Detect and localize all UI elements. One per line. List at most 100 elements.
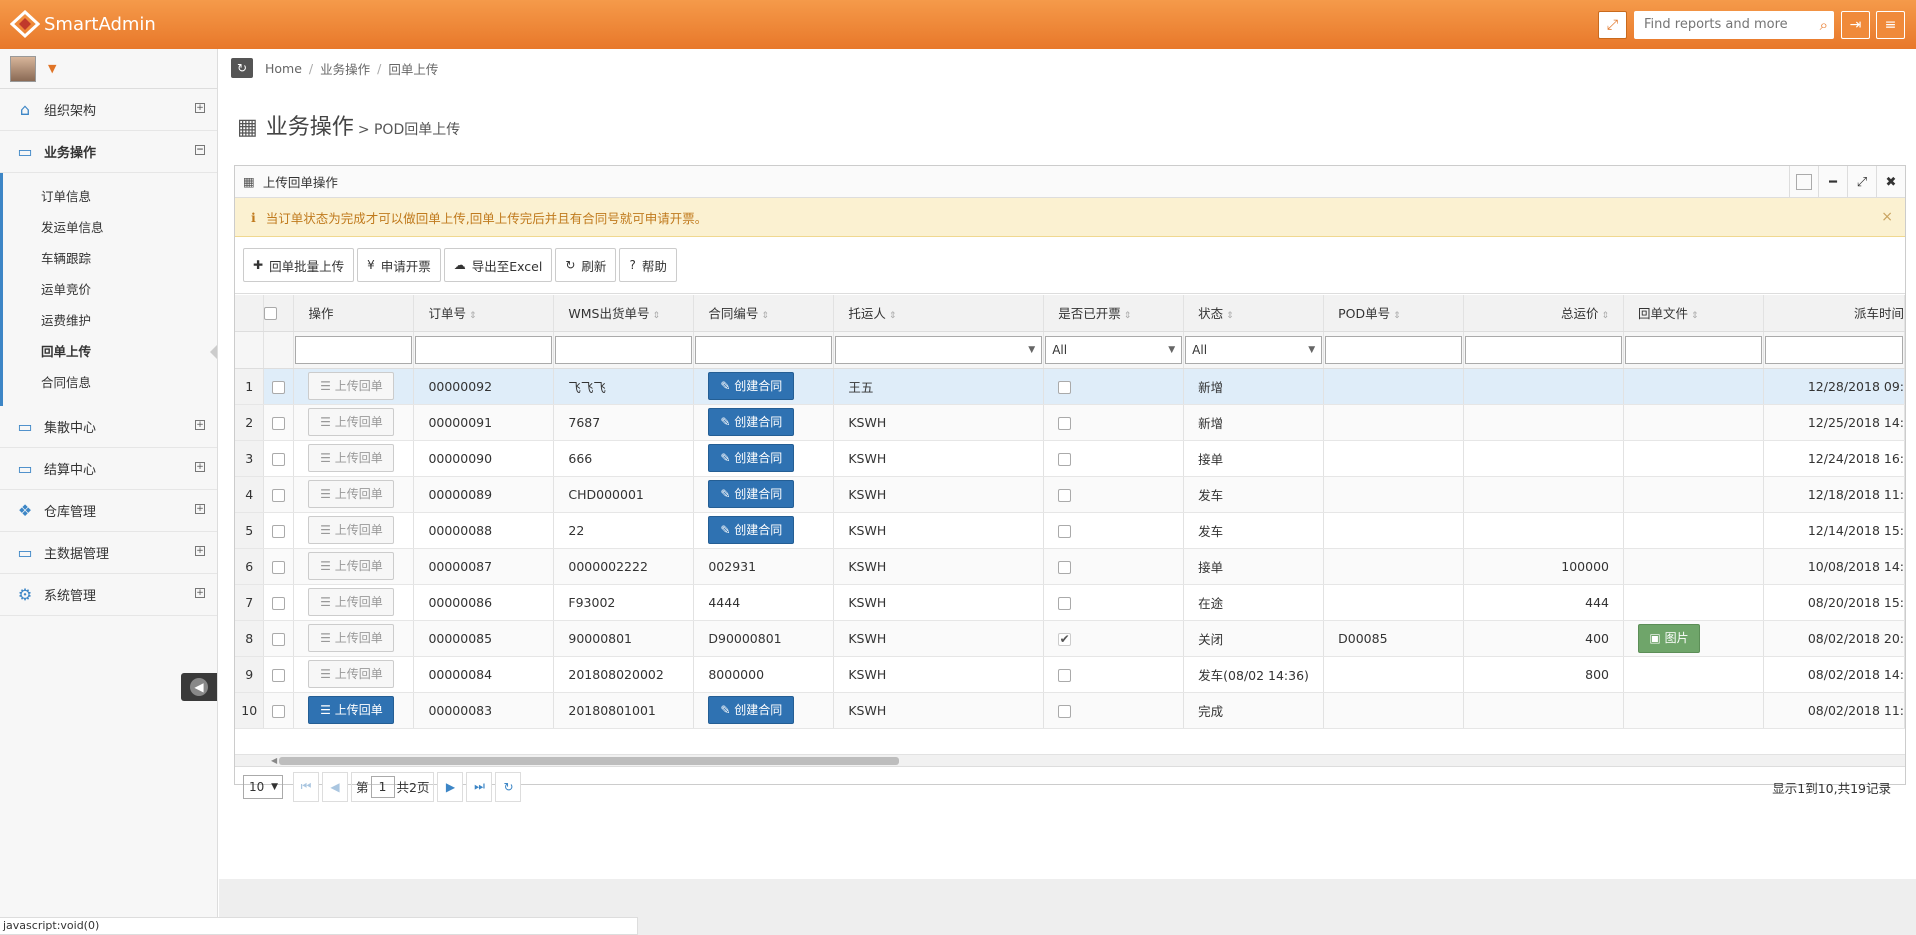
row-checkbox[interactable] xyxy=(272,380,286,394)
sidebar-subitem-orders[interactable]: 订单信息 xyxy=(3,181,217,212)
first-page-button[interactable]: ⏮ xyxy=(293,771,319,802)
create-contract-button[interactable]: ✎ 创建合同 xyxy=(708,444,795,472)
search-icon[interactable]: ⌕ xyxy=(1820,16,1828,34)
col-header-pod[interactable]: POD单号 ⇕ xyxy=(1323,295,1465,332)
col-header-dispatch[interactable]: 派车时间 xyxy=(1763,295,1905,332)
row-checkbox[interactable] xyxy=(272,596,286,610)
upload-pod-button[interactable]: ☰ 上传回单 xyxy=(308,372,395,400)
table-row[interactable]: 6 ☰ 上传回单 00000087 0000002222 002931 KSWH 接单 100… xyxy=(235,548,1905,585)
prev-page-button[interactable]: ◀ xyxy=(322,771,348,802)
breadcrumb-business[interactable]: 业务操作 xyxy=(320,59,370,78)
expand-icon[interactable]: + xyxy=(195,504,205,514)
filter-price-input[interactable] xyxy=(1465,335,1622,364)
upload-pod-button[interactable]: ☰ 上传回单 xyxy=(308,624,395,652)
select-all-checkbox[interactable] xyxy=(264,307,278,321)
page-size-select[interactable]: 10 ▼ xyxy=(243,774,283,799)
sidebar-subitem-shipments[interactable]: 发运单信息 xyxy=(3,212,217,243)
upload-pod-button[interactable]: ☰ 上传回单 xyxy=(308,660,395,688)
table-row[interactable]: 5 ☰ 上传回单 00000088 22 ✎ 创建合同 KSWH 发车 12/14/2018 … xyxy=(235,512,1905,549)
minify-sidebar-button[interactable]: ◀ xyxy=(181,673,217,701)
row-checkbox[interactable] xyxy=(272,488,286,502)
collapse-icon[interactable]: − xyxy=(195,145,205,155)
sidebar-item-business[interactable]: ▭ 业务操作 − xyxy=(0,131,217,173)
row-checkbox[interactable] xyxy=(272,668,286,682)
filter-pod-input[interactable] xyxy=(1325,335,1463,364)
sidebar-item-settlement[interactable]: ▭ 结算中心 + xyxy=(0,448,217,490)
col-header-wms[interactable]: WMS出货单号 ⇕ xyxy=(553,295,695,332)
row-checkbox[interactable] xyxy=(272,452,286,466)
filter-order-input[interactable] xyxy=(415,335,553,364)
col-header-order[interactable]: 订单号 ⇕ xyxy=(413,295,555,332)
row-checkbox[interactable] xyxy=(272,632,286,646)
logout-button[interactable]: ⇥ xyxy=(1841,11,1870,39)
sidebar-item-distribution[interactable]: ▭ 集散中心 + xyxy=(0,406,217,448)
widget-collapse-button[interactable]: ━ xyxy=(1818,166,1847,198)
menu-button[interactable]: ≡ xyxy=(1876,11,1905,39)
widget-close-button[interactable]: ✖ xyxy=(1876,166,1905,198)
col-header-shipper[interactable]: 托运人 ⇕ xyxy=(833,295,1045,332)
scroll-left-icon[interactable]: ◀ xyxy=(271,756,277,765)
upload-pod-button[interactable]: ☰ 上传回单 xyxy=(308,696,395,724)
sidebar-item-system[interactable]: ⚙ 系统管理 + xyxy=(0,574,217,616)
filter-shipper-select[interactable]: ▼ xyxy=(835,335,1043,364)
sidebar-subitem-tracking[interactable]: 车辆跟踪 xyxy=(3,243,217,274)
col-header-status[interactable]: 状态 ⇕ xyxy=(1183,295,1325,332)
upload-pod-button[interactable]: ☰ 上传回单 xyxy=(308,408,395,436)
table-row[interactable]: 4 ☰ 上传回单 00000089 CHD000001 ✎ 创建合同 KSWH 发车 12/1… xyxy=(235,476,1905,513)
create-contract-button[interactable]: ✎ 创建合同 xyxy=(708,696,795,724)
filter-file-input[interactable] xyxy=(1625,335,1762,364)
refresh-icon[interactable]: ↻ xyxy=(231,58,253,78)
filter-wms-input[interactable] xyxy=(555,335,693,364)
filter-dispatch-input[interactable] xyxy=(1764,335,1903,364)
view-picture-button[interactable]: ▣ 图片 xyxy=(1638,623,1700,653)
expand-icon[interactable]: + xyxy=(195,546,205,556)
table-row[interactable]: 1 ☰ 上传回单 00000092 飞飞飞 ✎ 创建合同 王五 新增 12/28/2018 0… xyxy=(235,368,1905,405)
avatar[interactable] xyxy=(10,55,36,82)
col-header-file[interactable]: 回单文件 ⇕ xyxy=(1623,295,1764,332)
table-row[interactable]: 9 ☰ 上传回单 00000084 201808020002 8000000 KSWH 发车… xyxy=(235,656,1905,693)
row-checkbox[interactable] xyxy=(272,704,286,718)
export-excel-button[interactable]: ☁ 导出至Excel xyxy=(443,248,553,282)
page-number-input[interactable]: 1 xyxy=(370,775,395,798)
widget-color-button[interactable] xyxy=(1789,166,1818,198)
sidebar-item-org[interactable]: ⌂ 组织架构 + xyxy=(0,89,217,131)
table-row[interactable]: 3 ☰ 上传回单 00000090 666 ✎ 创建合同 KSWH 接单 12/24/2018… xyxy=(235,440,1905,477)
sidebar-subitem-pod-upload[interactable]: 回单上传 xyxy=(3,336,217,367)
row-checkbox[interactable] xyxy=(272,416,286,430)
upload-pod-button[interactable]: ☰ 上传回单 xyxy=(308,588,395,616)
sidebar-subitem-bidding[interactable]: 运单竞价 xyxy=(3,274,217,305)
widget-fullscreen-button[interactable]: ⤢ xyxy=(1847,166,1876,198)
filter-action-input[interactable] xyxy=(295,335,413,364)
close-icon[interactable]: × xyxy=(1881,209,1893,225)
refresh-button[interactable]: ↻ 刷新 xyxy=(555,248,617,282)
table-row[interactable]: 7 ☰ 上传回单 00000086 F93002 4444 KSWH 在途 444 08/20/… xyxy=(235,584,1905,621)
row-checkbox[interactable] xyxy=(272,524,286,538)
table-row[interactable]: 10 ☰ 上传回单 00000083 20180801001 ✎ 创建合同 KSWH 完成 0… xyxy=(235,692,1905,729)
table-row[interactable]: 8 ☰ 上传回单 00000085 90000801 D90000801 KSWH ✔ 关闭 D… xyxy=(235,620,1905,657)
create-contract-button[interactable]: ✎ 创建合同 xyxy=(708,372,795,400)
row-checkbox[interactable] xyxy=(272,560,286,574)
col-header-contract[interactable]: 合同编号 ⇕ xyxy=(693,295,835,332)
reload-button[interactable]: ↻ xyxy=(495,771,522,802)
horizontal-scrollbar[interactable]: ◀ xyxy=(235,754,1905,766)
sidebar-item-warehouse[interactable]: ❖ 仓库管理 + xyxy=(0,490,217,532)
batch-upload-button[interactable]: ✚ 回单批量上传 xyxy=(243,248,355,282)
next-page-button[interactable]: ▶ xyxy=(437,771,464,802)
last-page-button[interactable]: ⏭ xyxy=(466,771,493,802)
upload-pod-button[interactable]: ☰ 上传回单 xyxy=(308,480,395,508)
logo[interactable]: SmartAdmin xyxy=(10,9,156,39)
help-button[interactable]: ? 帮助 xyxy=(619,248,677,282)
expand-icon[interactable]: + xyxy=(195,462,205,472)
sidebar-item-masterdata[interactable]: ▭ 主数据管理 + xyxy=(0,532,217,574)
sidebar-subitem-contracts[interactable]: 合同信息 xyxy=(3,367,217,398)
breadcrumb-home[interactable]: Home xyxy=(265,61,302,76)
filter-status-select[interactable]: All ▼ xyxy=(1185,335,1323,364)
create-contract-button[interactable]: ✎ 创建合同 xyxy=(708,408,795,436)
col-header-invoiced[interactable]: 是否已开票 ⇕ xyxy=(1043,295,1185,332)
sidebar-subitem-freight[interactable]: 运费维护 xyxy=(3,305,217,336)
filter-invoiced-select[interactable]: All ▼ xyxy=(1045,335,1183,364)
user-row[interactable]: ▼ xyxy=(0,49,217,89)
upload-pod-button[interactable]: ☰ 上传回单 xyxy=(308,516,395,544)
chevron-down-icon[interactable]: ▼ xyxy=(48,62,56,75)
table-row[interactable]: 2 ☰ 上传回单 00000091 7687 ✎ 创建合同 KSWH 新增 12/25/201… xyxy=(235,404,1905,441)
